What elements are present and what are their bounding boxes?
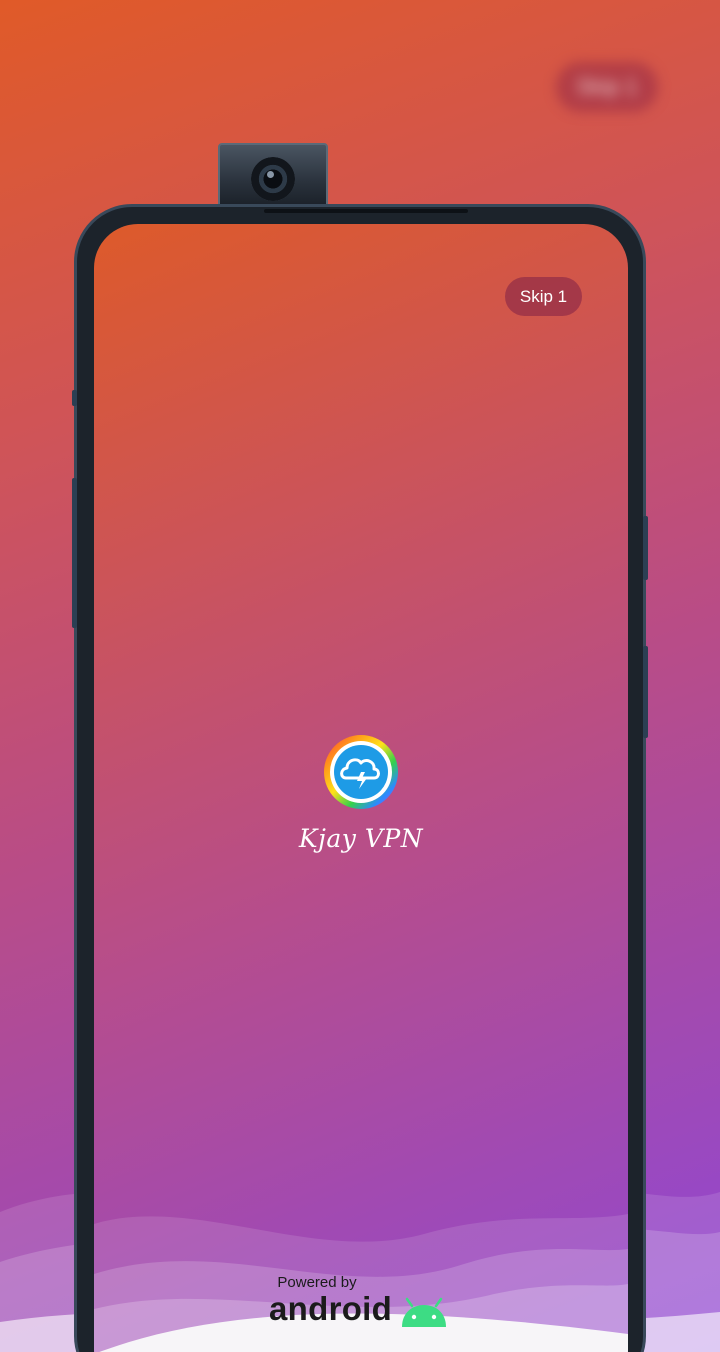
android-robot-icon — [402, 1297, 446, 1327]
popup-camera-module — [218, 143, 328, 209]
phone-side-button-right-upper — [643, 516, 648, 580]
cloud-lightning-icon — [324, 735, 398, 809]
phone-screen: Skip 1 Kjay VPN Powered by android — [94, 224, 628, 1352]
app-name-title: Kjay VPN — [298, 824, 424, 853]
background-skip-label: Skip 1 — [576, 74, 638, 99]
phone-side-button-right-lower — [643, 646, 648, 738]
background-skip-button-blurred: Skip 1 — [556, 62, 658, 112]
android-wordmark: android — [269, 1290, 393, 1327]
powered-by-label: Powered by — [277, 1274, 357, 1291]
skip-button[interactable]: Skip 1 — [505, 277, 582, 316]
app-logo — [323, 734, 399, 810]
phone-side-button-left — [72, 478, 77, 628]
phone-side-button-left-small — [72, 390, 77, 406]
camera-lens-icon — [251, 157, 295, 201]
earpiece-slit — [264, 209, 468, 213]
